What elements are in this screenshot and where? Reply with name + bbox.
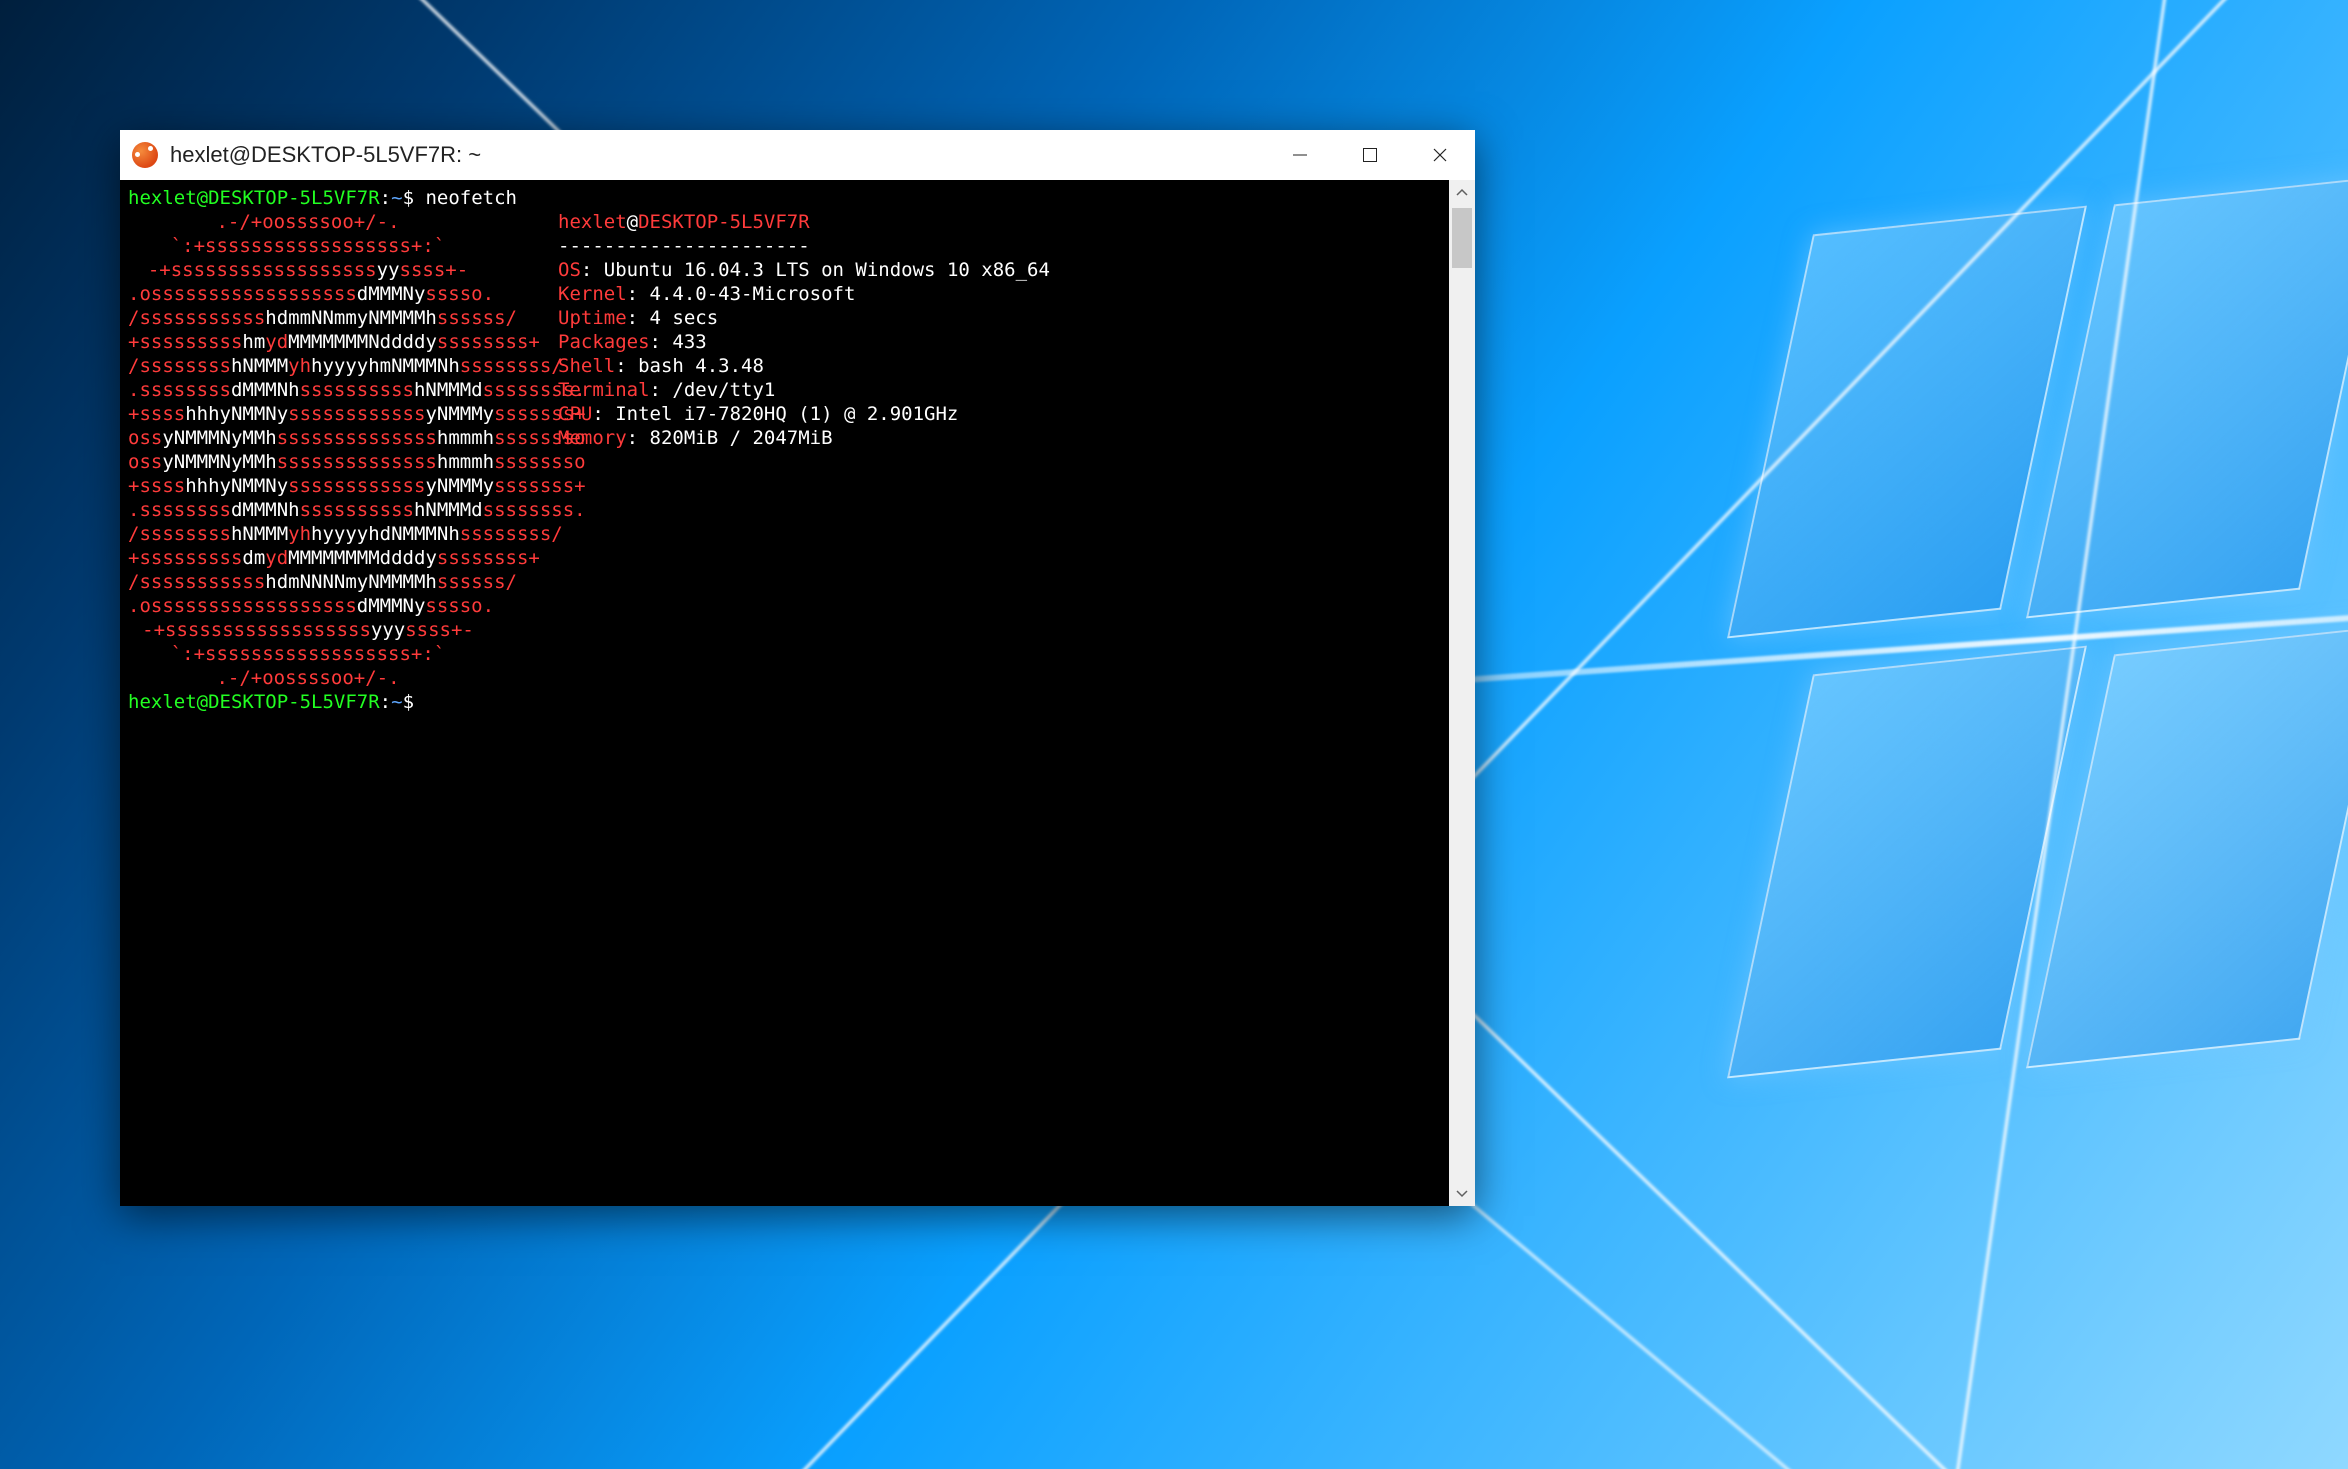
terminal-window: hexlet@DESKTOP-5L5VF7R: ~ hexlet@DESKTOP…: [120, 130, 1475, 1206]
nf-divider: ----------------------: [558, 235, 810, 257]
logo-line: /sssssssshNMMMyhhyyyyhmNMMMNhssssssss/: [128, 354, 488, 378]
logo-line: `:+ssssssssssssssssss+:`: [128, 234, 488, 258]
terminal-content[interactable]: hexlet@DESKTOP-5L5VF7R:~$ neofetch .-/+o…: [120, 180, 1449, 1206]
prompt-space: [414, 187, 425, 209]
scrollbar-up-arrow[interactable]: [1449, 180, 1475, 206]
nf-label: Terminal: [558, 379, 650, 401]
logo-line: +ssssssssshmydMMMMMMMNddddyssssssss+: [128, 330, 488, 354]
logo-line: .ssssssssdMMMNhsssssssssshNMMMdssssssss.: [128, 498, 488, 522]
logo-line: .-/+oossssoo+/-.: [128, 210, 488, 234]
logo-line: .-/+oossssoo+/-.: [128, 666, 488, 690]
wallpaper-pane: [1727, 646, 2087, 1079]
logo-line: +sssshhhyNMMNyssssssssssssyNMMMysssssss+: [128, 402, 488, 426]
window-title: hexlet@DESKTOP-5L5VF7R: ~: [170, 142, 1265, 168]
scrollbar-thumb[interactable]: [1452, 208, 1472, 268]
logo-line: .ssssssssdMMMNhsssssssssshNMMMdssssssss.: [128, 378, 488, 402]
logo-line: /sssssssshNMMMyhhyyyyhdNMMMNhssssssss/: [128, 522, 488, 546]
nf-value: : 4 secs: [627, 307, 719, 329]
maximize-button[interactable]: [1335, 130, 1405, 180]
nf-value: : 4.4.0-43-Microsoft: [627, 283, 856, 305]
wallpaper-beam: [927, 1431, 2348, 1469]
prompt-path: ~: [391, 187, 402, 209]
wallpaper-pane: [1727, 206, 2087, 639]
logo-line: /ssssssssssshdmNNNNmyNMMMMhssssss/: [128, 570, 488, 594]
nf-label: Memory: [558, 427, 627, 449]
window-controls: [1265, 130, 1475, 180]
nf-label: Shell: [558, 355, 615, 377]
logo-line: ossyNMMMNyMMhsssssssssssssshmmmhssssssso: [128, 450, 488, 474]
nf-value: : 820MiB / 2047MiB: [627, 427, 833, 449]
logo-line: +sssshhhyNMMNyssssssssssssyNMMMysssssss+: [128, 474, 488, 498]
prompt-command: neofetch: [425, 187, 517, 209]
nf-header-user: hexlet: [558, 211, 627, 233]
scrollbar-down-arrow[interactable]: [1449, 1180, 1475, 1206]
scrollbar[interactable]: [1449, 180, 1475, 1206]
prompt2-sep: :: [380, 691, 391, 713]
logo-line: /ssssssssssshdmmNNmmyNMMMMhssssss/: [128, 306, 488, 330]
nf-header-host: DESKTOP-5L5VF7R: [638, 211, 810, 233]
nf-value: : /dev/tty1: [650, 379, 776, 401]
window-titlebar[interactable]: hexlet@DESKTOP-5L5VF7R: ~: [120, 130, 1475, 180]
logo-line: `:+ssssssssssssssssss+:`: [128, 642, 488, 666]
prompt2-path: ~: [391, 691, 402, 713]
nf-value: : Intel i7-7820HQ (1) @ 2.901GHz: [592, 403, 958, 425]
logo-line: ossyNMMMNyMMhsssssssssssssshmmmhssssssso: [128, 426, 488, 450]
prompt-sep2: $: [403, 187, 414, 209]
nf-label: OS: [558, 259, 581, 281]
minimize-button[interactable]: [1265, 130, 1335, 180]
logo-line: +sssssssssdmydMMMMMMMMddddyssssssss+: [128, 546, 488, 570]
nf-header-at: @: [627, 211, 638, 233]
nf-label: Packages: [558, 331, 650, 353]
prompt2-sep2: $: [403, 691, 414, 713]
prompt-sep: :: [380, 187, 391, 209]
nf-label: Uptime: [558, 307, 627, 329]
logo-line: .ossssssssssssssssssdMMMNysssso.: [128, 282, 488, 306]
nf-label: Kernel: [558, 283, 627, 305]
logo-line: .ossssssssssssssssssdMMMNysssso.: [128, 594, 488, 618]
ubuntu-icon: [132, 142, 158, 168]
nf-value: : Ubuntu 16.04.3 LTS on Windows 10 x86_6…: [581, 259, 1050, 281]
logo-line: -+ssssssssssssssssssyyssss+-: [128, 258, 488, 282]
nf-label: CPU: [558, 403, 592, 425]
nf-value: : bash 4.3.48: [615, 355, 764, 377]
close-button[interactable]: [1405, 130, 1475, 180]
prompt-user-host: hexlet@DESKTOP-5L5VF7R: [128, 187, 380, 209]
logo-line: -+ssssssssssssssssssyyyssss+-: [128, 618, 488, 642]
neofetch-logo: .-/+oossssoo+/-.`:+ssssssssssssssssss+:`…: [128, 210, 508, 690]
prompt2-user-host: hexlet@DESKTOP-5L5VF7R: [128, 691, 380, 713]
nf-value: : 433: [650, 331, 707, 353]
neofetch-info: hexlet@DESKTOP-5L5VF7R -----------------…: [508, 210, 1050, 450]
